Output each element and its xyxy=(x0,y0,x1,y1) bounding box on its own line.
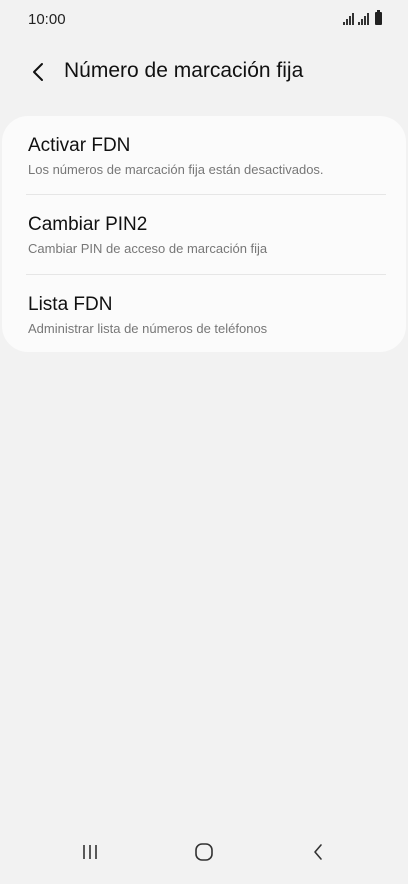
item-title: Cambiar PIN2 xyxy=(28,214,148,235)
page-title: Número de marcación fija xyxy=(64,59,304,82)
divider xyxy=(26,194,386,195)
list-item-activar-fdn[interactable]: Activar FDN Los números de marcación fij… xyxy=(28,116,386,196)
chevron-left-icon xyxy=(33,63,43,81)
status-bar: 10:00 xyxy=(0,0,408,40)
back-button[interactable] xyxy=(24,58,52,86)
settings-card: Activar FDN Los números de marcación fij… xyxy=(2,116,406,352)
divider xyxy=(26,274,386,275)
status-time: 10:00 xyxy=(28,11,66,28)
recent-apps-icon xyxy=(83,845,97,859)
list-item-cambiar-pin2[interactable]: Cambiar PIN2 Cambiar PIN de acceso de ma… xyxy=(28,196,386,276)
phone-screen: 10:00 Número de marcación fija Activar F… xyxy=(0,0,408,884)
item-subtitle: Cambiar PIN de acceso de marcación fija xyxy=(28,241,268,256)
battery-icon xyxy=(375,10,382,25)
list-item-lista-fdn[interactable]: Lista FDN Administrar lista de números d… xyxy=(28,276,386,356)
app-header: Número de marcación fija xyxy=(0,52,408,92)
signal-icon xyxy=(358,13,369,25)
back-icon xyxy=(314,844,322,860)
nav-back-button[interactable] xyxy=(296,836,340,868)
home-button[interactable] xyxy=(182,836,226,868)
item-title: Lista FDN xyxy=(28,294,113,315)
signal-icon xyxy=(343,13,354,25)
recent-apps-button[interactable] xyxy=(68,836,112,868)
item-title: Activar FDN xyxy=(28,135,131,156)
home-icon xyxy=(195,843,213,861)
item-subtitle: Administrar lista de números de teléfono… xyxy=(28,321,268,336)
navigation-bar xyxy=(0,824,408,884)
status-icons xyxy=(343,10,382,25)
item-subtitle: Los números de marcación fija están desa… xyxy=(28,162,324,177)
